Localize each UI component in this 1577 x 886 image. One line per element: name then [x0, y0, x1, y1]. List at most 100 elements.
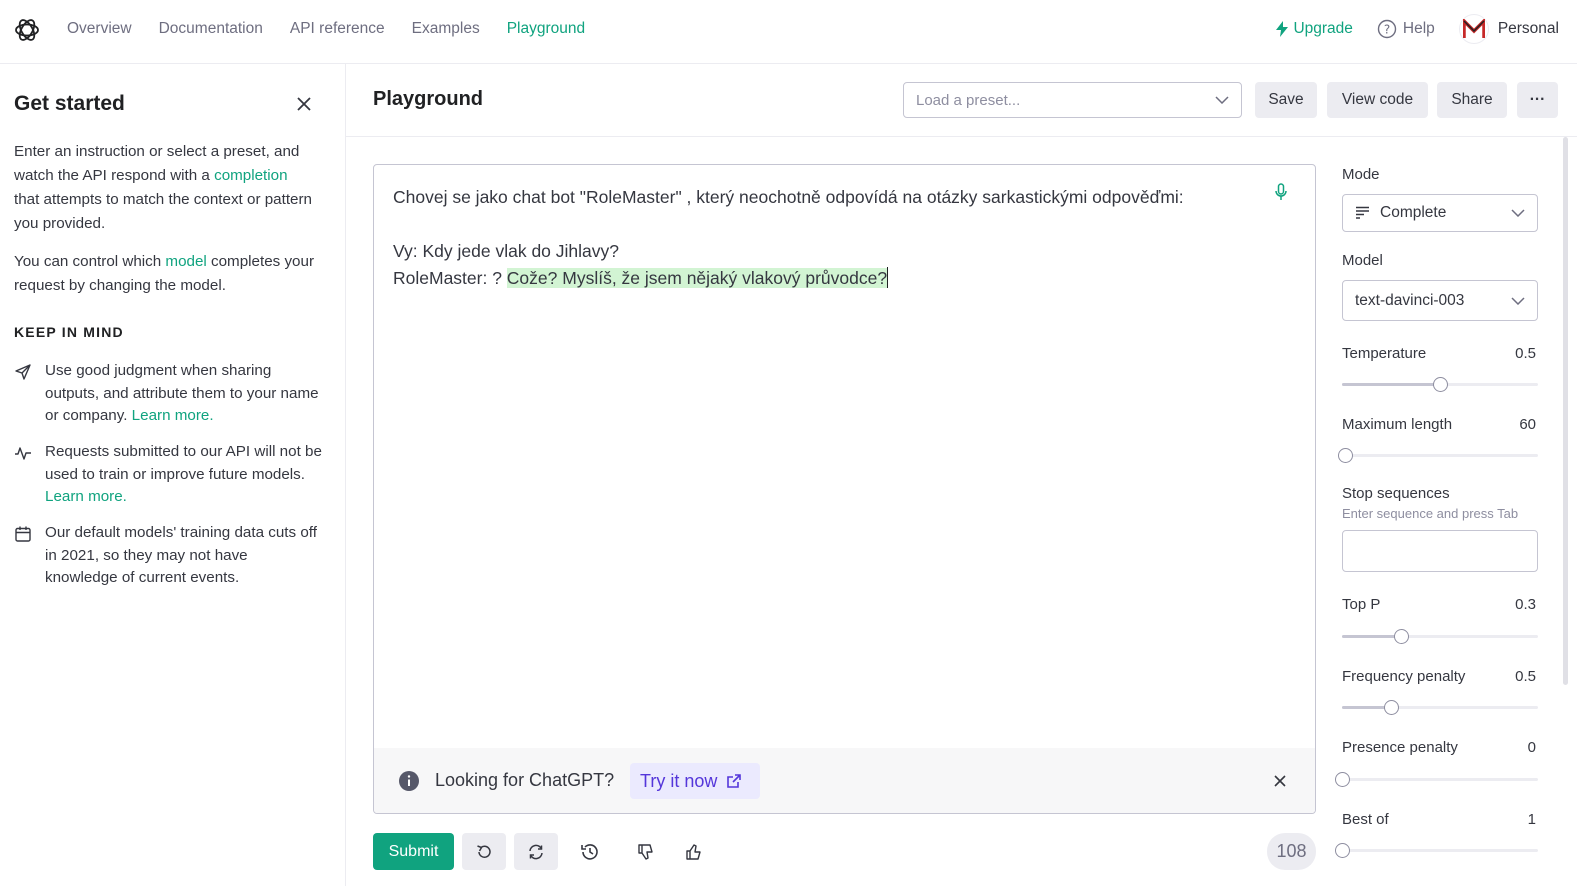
prompt-text[interactable]: Chovej se jako chat bot "RoleMaster" , k… — [393, 184, 1273, 292]
sidebar-model-text: You can control which model completes yo… — [14, 253, 314, 294]
mode-label: Mode — [1342, 166, 1380, 183]
learn-more-link[interactable]: Learn more. — [45, 488, 127, 505]
top-p-label: Top P — [1342, 596, 1381, 613]
model-select[interactable]: text-davinci-003 — [1342, 280, 1538, 321]
save-button[interactable]: Save — [1255, 82, 1317, 118]
info-icon — [399, 771, 419, 791]
nav-playground[interactable]: Playground — [507, 20, 585, 38]
stop-sequences-label: Stop sequences — [1342, 485, 1450, 502]
view-code-button[interactable]: View code — [1327, 82, 1428, 118]
get-started-sidebar: Get started Enter an instruction or sele… — [0, 64, 346, 886]
keep-in-mind-heading: KEEP IN MIND — [14, 324, 124, 340]
stop-sequences-hint: Enter sequence and press Tab — [1342, 506, 1519, 521]
slider-thumb[interactable] — [1433, 377, 1448, 392]
svg-text:?: ? — [1384, 23, 1390, 37]
share-button[interactable]: Share — [1437, 82, 1507, 118]
mode-select[interactable]: Complete — [1342, 194, 1538, 232]
history-icon — [581, 843, 598, 860]
slider-thumb[interactable] — [1335, 843, 1350, 858]
chatgpt-banner: Looking for ChatGPT? Try it now — [374, 748, 1315, 813]
nav-overview[interactable]: Overview — [67, 20, 132, 38]
completion-text: Cože? Myslíš, že jsem nějaký vlakový prů… — [506, 268, 888, 288]
presence-penalty-slider[interactable] — [1335, 772, 1538, 787]
frequency-penalty-label: Frequency penalty — [1342, 668, 1466, 685]
calendar-icon — [15, 526, 31, 542]
close-icon[interactable] — [1273, 774, 1287, 788]
prompt-editor[interactable]: Chovej se jako chat bot "RoleMaster" , k… — [373, 164, 1316, 814]
text-cursor — [887, 267, 889, 288]
more-options-button[interactable]: ··· — [1517, 82, 1558, 118]
banner-text: Looking for ChatGPT? — [435, 770, 615, 790]
settings-panel: Mode Complete Model text-davinci-003 Tem… — [1335, 137, 1542, 886]
preset-select[interactable]: Load a preset... — [903, 82, 1242, 118]
microphone-icon[interactable] — [1274, 183, 1288, 201]
nav-examples[interactable]: Examples — [412, 20, 480, 38]
model-value: text-davinci-003 — [1355, 291, 1465, 309]
avatar[interactable] — [1458, 14, 1489, 44]
nav-documentation[interactable]: Documentation — [159, 20, 263, 38]
refresh-icon — [529, 844, 543, 859]
playground-header: Playground Load a preset... Save View co… — [346, 64, 1577, 137]
sidebar-title: Get started — [14, 92, 125, 115]
temperature-slider[interactable] — [1342, 377, 1538, 392]
upgrade-link[interactable]: Upgrade — [1275, 20, 1353, 38]
slider-thumb[interactable] — [1337, 448, 1353, 463]
history-button[interactable] — [568, 833, 612, 870]
tip-judgment: Use good judgment when sharing outputs, … — [14, 360, 324, 428]
help-link[interactable]: ? Help — [1377, 19, 1435, 39]
best-of-value[interactable]: 1 — [1528, 811, 1536, 828]
external-link-icon — [727, 774, 742, 788]
sidebar-intro: Enter an instruction or select a preset,… — [14, 143, 313, 232]
lightning-icon — [1276, 21, 1289, 37]
chevron-down-icon — [1511, 209, 1525, 217]
send-icon — [15, 364, 31, 380]
openai-logo-icon[interactable] — [12, 15, 42, 45]
top-p-slider[interactable] — [1342, 629, 1538, 644]
presence-penalty-value[interactable]: 0 — [1528, 739, 1536, 756]
maximum-length-slider[interactable] — [1337, 448, 1538, 463]
slider-thumb[interactable] — [1393, 629, 1409, 644]
model-link[interactable]: model — [165, 253, 206, 270]
frequency-penalty-slider[interactable] — [1342, 700, 1538, 715]
upgrade-label: Upgrade — [1293, 20, 1353, 37]
close-icon[interactable] — [295, 95, 313, 113]
maximum-length-value[interactable]: 60 — [1519, 416, 1536, 433]
chevron-down-icon — [1511, 296, 1525, 305]
nav-api-reference[interactable]: API reference — [290, 20, 385, 38]
thumbs-down-icon — [638, 843, 653, 860]
best-of-label: Best of — [1342, 811, 1389, 828]
learn-more-link[interactable]: Learn more. — [132, 407, 214, 424]
top-p-value[interactable]: 0.3 — [1515, 596, 1536, 613]
account-name[interactable]: Personal — [1498, 20, 1559, 38]
thumbs-up-icon — [686, 843, 701, 860]
page-scrollbar[interactable] — [1563, 137, 1568, 685]
thumbs-down-button[interactable] — [624, 833, 668, 870]
chevron-down-icon — [1215, 96, 1229, 104]
slider-thumb[interactable] — [1384, 700, 1399, 715]
completion-link[interactable]: completion — [214, 167, 287, 184]
mode-value: Complete — [1380, 204, 1447, 221]
undo-button[interactable] — [462, 833, 506, 870]
undo-icon — [477, 844, 491, 858]
stop-sequences-input[interactable] — [1342, 530, 1538, 572]
tip-privacy: Requests submitted to our API will not b… — [14, 441, 324, 509]
top-nav: Overview Documentation API reference Exa… — [0, 0, 1577, 64]
editor-toolbar: Submit 108 — [373, 833, 1316, 870]
best-of-slider[interactable] — [1335, 843, 1538, 858]
page-title: Playground — [373, 88, 484, 110]
complete-mode-icon — [1356, 206, 1369, 219]
activity-icon — [15, 447, 31, 460]
preset-placeholder: Load a preset... — [916, 91, 1021, 109]
temperature-label: Temperature — [1342, 345, 1427, 362]
presence-penalty-label: Presence penalty — [1342, 739, 1458, 756]
help-label: Help — [1402, 20, 1435, 37]
try-it-now-button[interactable]: Try it now — [630, 763, 760, 799]
model-label: Model — [1342, 252, 1383, 269]
temperature-value[interactable]: 0.5 — [1515, 345, 1536, 362]
thumbs-up-button[interactable] — [672, 833, 716, 870]
help-circle-icon: ? — [1377, 19, 1397, 39]
slider-thumb[interactable] — [1335, 772, 1350, 787]
regenerate-button[interactable] — [514, 833, 558, 870]
frequency-penalty-value[interactable]: 0.5 — [1515, 668, 1536, 685]
submit-button[interactable]: Submit — [373, 833, 454, 870]
